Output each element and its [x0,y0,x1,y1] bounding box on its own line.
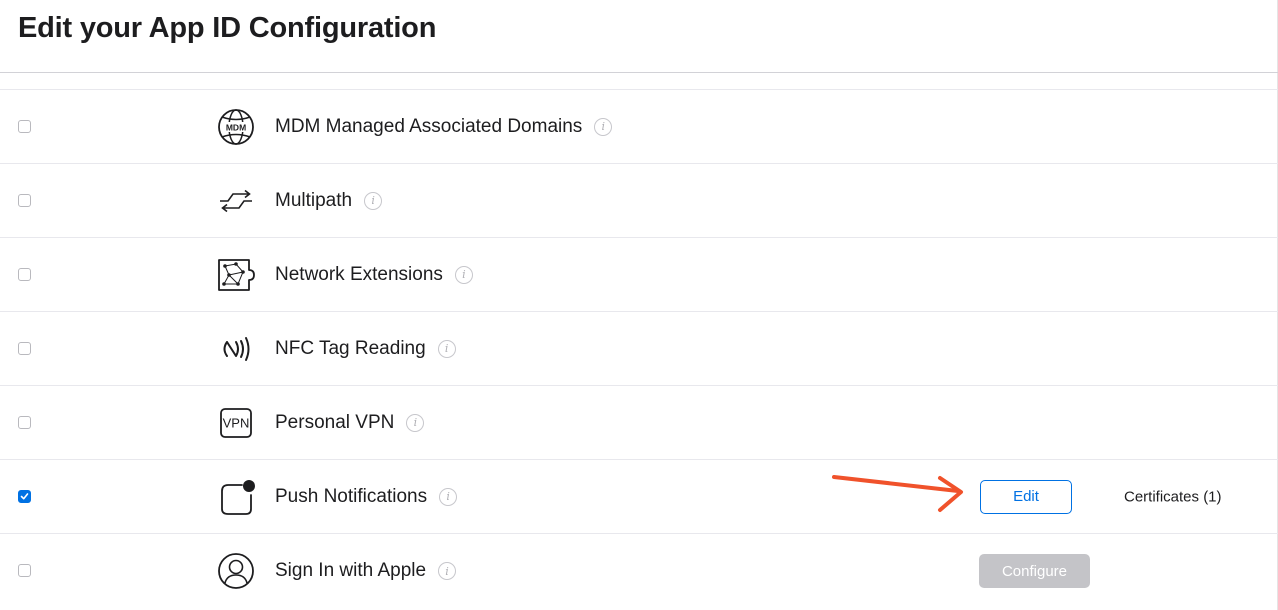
info-icon[interactable]: i [406,413,425,432]
page-title: Edit your App ID Configuration [18,12,437,44]
capabilities-list: MDM MDM Managed Associated Domains i Mul [0,89,1278,608]
capability-checkbox[interactable] [18,267,31,281]
multipath-arrows-icon [214,181,258,221]
capability-row-personal-vpn: VPN Personal VPN i [0,386,1278,460]
info-icon[interactable]: i [364,191,383,210]
push-notification-icon [214,477,258,517]
configure-button-disabled[interactable]: Configure [979,554,1090,588]
capability-row-nfc-tag-reading: NFC Tag Reading i [0,312,1278,386]
capability-row-push-notifications: Push Notifications i Edit Certificates (… [0,460,1278,534]
annotation-arrow-icon [832,475,963,512]
info-icon[interactable]: i [594,117,613,136]
edit-button[interactable]: Edit [980,479,1072,514]
capability-label: NFC Tag Reading [275,337,426,359]
page-header: Edit your App ID Configuration [0,0,1278,73]
capability-label: Personal VPN [275,411,395,433]
capability-label: Sign In with Apple [275,560,427,581]
capability-checkbox-checked[interactable] [18,489,31,503]
info-icon[interactable]: i [437,339,456,358]
capability-checkbox[interactable] [18,341,31,355]
capability-label: Network Extensions [275,263,443,285]
certificates-count[interactable]: Certificates (1) [1124,488,1222,505]
capability-row-mdm-managed-associated-domains: MDM MDM Managed Associated Domains i [0,90,1278,164]
info-icon[interactable]: i [439,487,458,506]
capability-row-sign-in-with-apple: Sign In with Apple i Configure [0,534,1278,608]
person-circle-icon [214,551,258,591]
info-icon[interactable]: i [454,265,473,284]
svg-text:MDM: MDM [226,122,246,132]
info-icon[interactable]: i [438,562,457,580]
vpn-icon: VPN [214,403,258,443]
capability-row-network-extensions: Network Extensions i [0,238,1278,312]
capability-checkbox[interactable] [18,564,31,577]
capability-checkbox[interactable] [18,119,31,133]
nfc-icon [214,329,258,369]
capability-checkbox[interactable] [18,415,31,429]
mdm-globe-icon: MDM [214,107,258,147]
capability-row-multipath: Multipath i [0,164,1278,238]
capability-checkbox[interactable] [18,193,31,207]
capability-label: Multipath [275,189,353,211]
capability-label: Push Notifications [275,485,428,507]
capability-label: MDM Managed Associated Domains [275,115,583,137]
checkmark-icon [20,492,29,499]
app-id-config-page: Edit your App ID Configuration MDM MDM M… [0,0,1278,610]
network-extensions-icon [214,255,258,295]
vpn-icon-text: VPN [223,415,250,430]
